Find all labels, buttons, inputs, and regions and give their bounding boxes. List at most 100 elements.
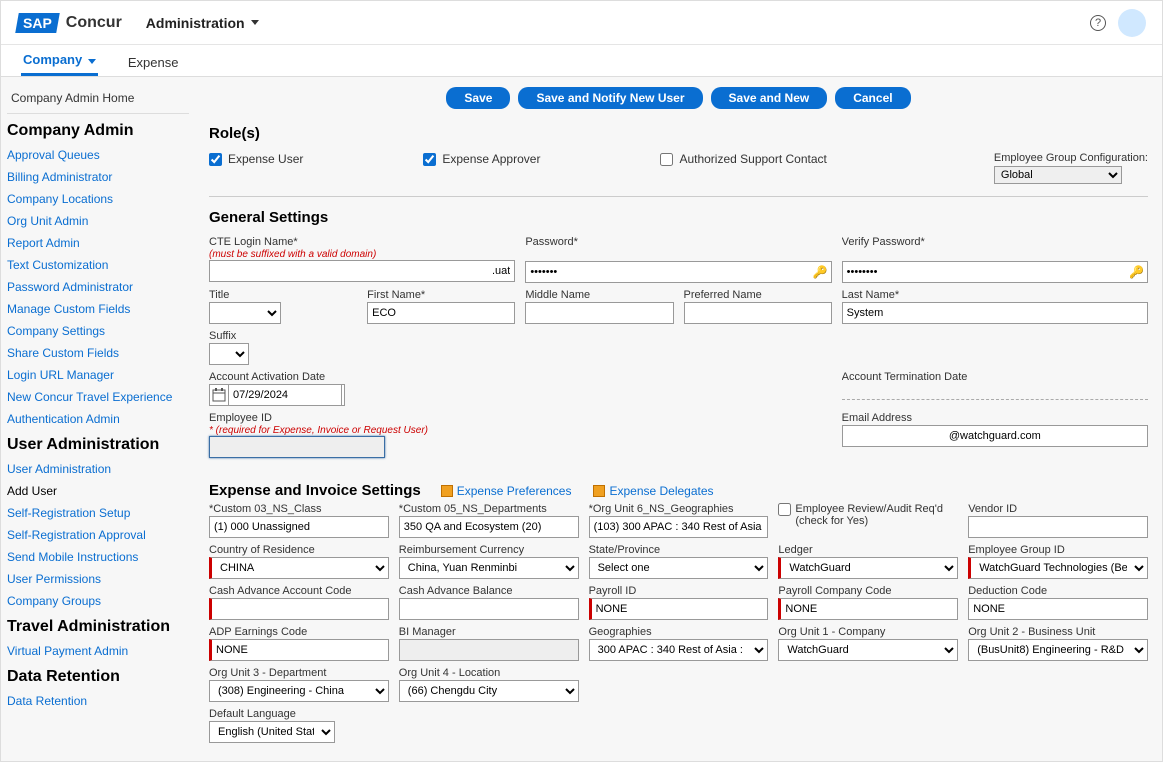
ou3-select[interactable]: (308) Engineering - China [209, 680, 389, 702]
sidebar-link-add-user[interactable]: Add User [7, 480, 189, 502]
ou1-select[interactable]: WatchGuard [778, 639, 958, 661]
sidebar-heading-travel-admin: Travel Administration [7, 618, 189, 636]
sidebar-link-text-customization[interactable]: Text Customization [7, 254, 189, 276]
expense-preferences-link[interactable]: Expense Preferences [441, 484, 572, 498]
orgunit6-label: *Org Unit 6_NS_Geographies [589, 503, 769, 515]
tab-expense[interactable]: Expense [126, 49, 181, 76]
administration-dropdown[interactable]: Administration [146, 15, 259, 31]
custom03-label: *Custom 03_NS_Class [209, 503, 389, 515]
sidebar-link-self-reg-approval[interactable]: Self-Registration Approval [7, 524, 189, 546]
orgunit6-input[interactable] [589, 516, 769, 538]
sidebar-link-user-permissions[interactable]: User Permissions [7, 568, 189, 590]
preferred-name-label: Preferred Name [684, 289, 832, 301]
geo-select[interactable]: 300 APAC : 340 Rest of Asia : : [589, 639, 769, 661]
middle-name-input[interactable] [525, 302, 673, 324]
sidebar-link-org-unit-admin[interactable]: Org Unit Admin [7, 210, 189, 232]
reimb-select[interactable]: China, Yuan Renminbi [399, 557, 579, 579]
ledger-label: Ledger [778, 544, 958, 556]
sidebar-link-manage-custom-fields[interactable]: Manage Custom Fields [7, 298, 189, 320]
employee-id-input[interactable] [209, 436, 385, 458]
cash-adv-bal-label: Cash Advance Balance [399, 585, 579, 597]
sidebar-link-company-groups[interactable]: Company Groups [7, 590, 189, 612]
sidebar-link-new-concur-travel[interactable]: New Concur Travel Experience [7, 386, 189, 408]
role-authorized-support[interactable]: Authorized Support Contact [660, 152, 826, 166]
sidebar-link-billing-admin[interactable]: Billing Administrator [7, 166, 189, 188]
save-button[interactable]: Save [446, 87, 510, 109]
role-expense-user-checkbox[interactable] [209, 153, 222, 166]
activation-date-input[interactable] [209, 384, 345, 406]
ou2-label: Org Unit 2 - Business Unit [968, 626, 1148, 638]
breadcrumb[interactable]: Company Admin Home [11, 91, 185, 105]
custom03-input[interactable] [209, 516, 389, 538]
save-notify-button[interactable]: Save and Notify New User [518, 87, 702, 109]
email-input[interactable] [842, 425, 1148, 447]
payroll-comp-label: Payroll Company Code [778, 585, 958, 597]
employee-id-hint: * (required for Expense, Invoice or Requ… [209, 425, 832, 436]
egc-select[interactable]: Global [994, 166, 1122, 184]
sidebar-link-virtual-payment[interactable]: Virtual Payment Admin [7, 640, 189, 662]
vendor-id-input[interactable] [968, 516, 1148, 538]
state-label: State/Province [589, 544, 769, 556]
cte-login-label: CTE Login Name* [209, 236, 515, 248]
payroll-id-input[interactable] [589, 598, 769, 620]
role-authorized-support-checkbox[interactable] [660, 153, 673, 166]
payroll-comp-input[interactable] [778, 598, 958, 620]
lang-select[interactable]: English (United States) [209, 721, 335, 743]
tab-company[interactable]: Company [21, 46, 98, 76]
password-strength-icon: 🔑 [1129, 265, 1144, 279]
ou2-select[interactable]: (BusUnit8) Engineering - R&D [968, 639, 1148, 661]
ou4-select[interactable]: (66) Chengdu City [399, 680, 579, 702]
password-strength-icon: 🔑 [813, 265, 828, 279]
avatar[interactable] [1118, 9, 1146, 37]
cash-adv-code-input[interactable] [209, 598, 389, 620]
preferred-name-input[interactable] [684, 302, 832, 324]
delegates-icon [593, 485, 605, 497]
help-icon[interactable]: ? [1090, 15, 1106, 31]
custom05-label: *Custom 05_NS_Departments [399, 503, 579, 515]
reimb-label: Reimbursement Currency [399, 544, 579, 556]
activation-label: Account Activation Date [209, 371, 832, 383]
sidebar-heading-data-retention: Data Retention [7, 668, 189, 686]
employee-review-checkbox[interactable] [778, 503, 791, 516]
country-select[interactable]: CHINA [209, 557, 389, 579]
role-expense-approver-label: Expense Approver [442, 152, 540, 166]
deduction-input[interactable] [968, 598, 1148, 620]
expense-delegates-link[interactable]: Expense Delegates [593, 484, 713, 498]
role-expense-user[interactable]: Expense User [209, 152, 303, 166]
bi-input[interactable] [399, 639, 579, 661]
sidebar-link-approval-queues[interactable]: Approval Queues [7, 144, 189, 166]
group-id-select[interactable]: WatchGuard Technologies (Be [968, 557, 1148, 579]
middle-name-label: Middle Name [525, 289, 673, 301]
last-name-input[interactable] [842, 302, 1148, 324]
sidebar-link-user-admin[interactable]: User Administration [7, 458, 189, 480]
cte-login-input[interactable] [209, 260, 515, 282]
sidebar-link-data-retention[interactable]: Data Retention [7, 690, 189, 712]
save-new-button[interactable]: Save and New [711, 87, 828, 109]
verify-password-label: Verify Password* [842, 236, 1148, 248]
sidebar-link-company-locations[interactable]: Company Locations [7, 188, 189, 210]
sidebar-link-self-reg-setup[interactable]: Self-Registration Setup [7, 502, 189, 524]
role-authorized-support-label: Authorized Support Contact [679, 152, 826, 166]
custom05-input[interactable] [399, 516, 579, 538]
sidebar-link-authentication-admin[interactable]: Authentication Admin [7, 408, 189, 430]
adp-input[interactable] [209, 639, 389, 661]
first-name-input[interactable] [367, 302, 515, 324]
password-input[interactable] [525, 261, 831, 283]
sidebar-link-share-custom-fields[interactable]: Share Custom Fields [7, 342, 189, 364]
role-expense-approver-checkbox[interactable] [423, 153, 436, 166]
activation-date-value[interactable] [228, 384, 342, 406]
sidebar-link-login-url-manager[interactable]: Login URL Manager [7, 364, 189, 386]
state-select[interactable]: Select one [589, 557, 769, 579]
cancel-button[interactable]: Cancel [835, 87, 910, 109]
ledger-select[interactable]: WatchGuard [778, 557, 958, 579]
sidebar-link-report-admin[interactable]: Report Admin [7, 232, 189, 254]
sidebar-link-send-mobile[interactable]: Send Mobile Instructions [7, 546, 189, 568]
cash-adv-bal-input[interactable] [399, 598, 579, 620]
suffix-select[interactable] [209, 343, 249, 365]
termination-date-field[interactable] [842, 384, 1148, 400]
role-expense-approver[interactable]: Expense Approver [423, 152, 540, 166]
title-select[interactable] [209, 302, 281, 324]
sidebar-link-password-admin[interactable]: Password Administrator [7, 276, 189, 298]
sidebar-link-company-settings[interactable]: Company Settings [7, 320, 189, 342]
verify-password-input[interactable] [842, 261, 1148, 283]
